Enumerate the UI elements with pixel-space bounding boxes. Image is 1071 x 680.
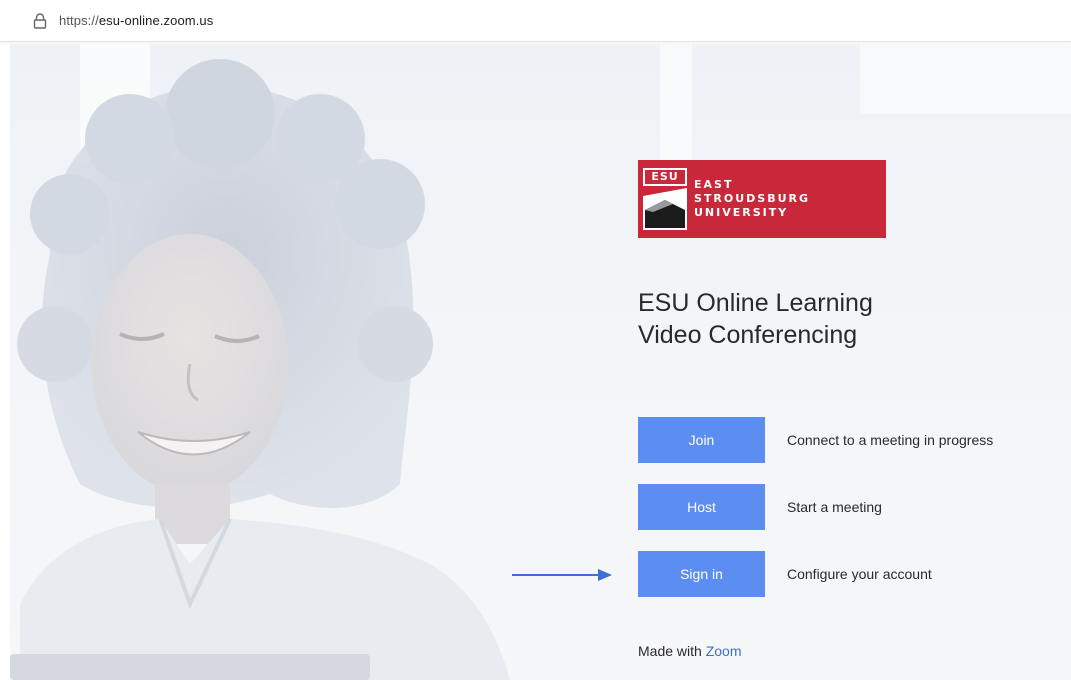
made-with-text: Made with <box>638 643 702 659</box>
zoom-link[interactable]: Zoom <box>706 643 742 659</box>
page-title: ESU Online Learning Video Conferencing <box>638 287 1058 351</box>
join-button[interactable]: Join <box>638 417 765 463</box>
background-window-light <box>660 44 692 174</box>
esu-logo-text: EAST STROUDSBURG UNIVERSITY <box>694 178 810 220</box>
esu-logo-line-1: EAST <box>694 178 734 191</box>
address-bar[interactable]: https://esu-online.zoom.us <box>0 0 1071 42</box>
url-domain: esu-online.zoom.us <box>98 13 214 28</box>
page-title-line-2: Video Conferencing <box>638 321 858 349</box>
url-text[interactable]: https://esu-online.zoom.us <box>59 13 213 28</box>
esu-logo-line-2: STROUDSBURG <box>694 192 811 205</box>
made-with-footer: Made with Zoom <box>638 643 742 659</box>
landing-page: ESU EAST STROUDSBURG UNIVERSITY ESU Onli… <box>10 44 1071 680</box>
esu-logo-mark: ESU <box>642 164 690 234</box>
sign-in-description: Configure your account <box>787 566 932 582</box>
sign-in-row: Sign in Configure your account <box>638 551 932 597</box>
esu-logo-abbr: ESU <box>643 168 687 186</box>
host-description: Start a meeting <box>787 499 882 515</box>
host-row: Host Start a meeting <box>638 484 882 530</box>
mountain-icon <box>643 188 687 230</box>
esu-logo-line-3: UNIVERSITY <box>694 206 789 219</box>
background-window-light <box>860 44 1071 114</box>
hero-photo <box>10 59 510 680</box>
lock-icon <box>33 12 47 29</box>
host-button[interactable]: Host <box>638 484 765 530</box>
arrow-icon <box>512 569 612 581</box>
join-row: Join Connect to a meeting in progress <box>638 417 993 463</box>
url-scheme: https:// <box>59 13 99 28</box>
esu-logo: ESU EAST STROUDSBURG UNIVERSITY <box>638 160 886 238</box>
page-title-line-1: ESU Online Learning <box>638 289 873 317</box>
join-description: Connect to a meeting in progress <box>787 432 994 448</box>
sign-in-button[interactable]: Sign in <box>638 551 765 597</box>
